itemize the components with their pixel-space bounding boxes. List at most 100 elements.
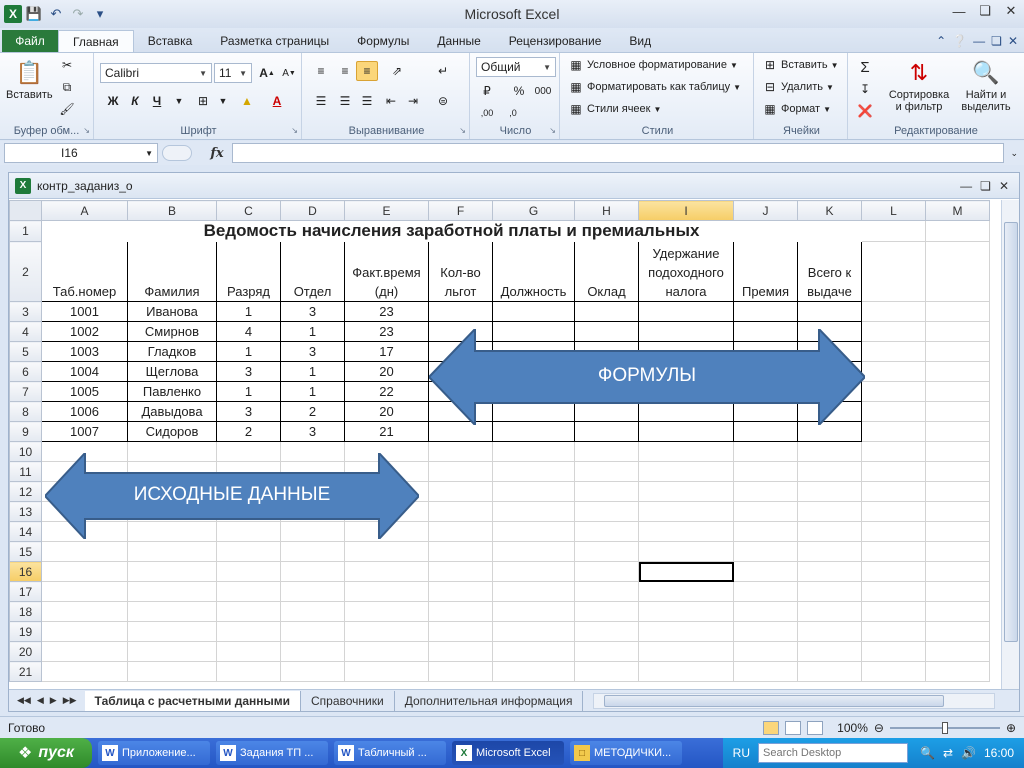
cell[interactable] <box>574 461 639 482</box>
row-header[interactable]: 19 <box>9 621 42 642</box>
formula-cell[interactable] <box>797 301 862 322</box>
cell[interactable] <box>492 601 575 622</box>
cell[interactable] <box>492 621 575 642</box>
cell[interactable] <box>638 541 734 562</box>
formula-cell[interactable] <box>638 381 734 402</box>
cell[interactable] <box>733 521 798 542</box>
row-header[interactable]: 12 <box>9 481 42 502</box>
cell[interactable] <box>638 601 734 622</box>
search-icon[interactable]: 🔍 <box>920 746 935 760</box>
cell[interactable] <box>216 481 281 502</box>
cell[interactable] <box>492 641 575 662</box>
cell[interactable] <box>41 521 128 542</box>
cell[interactable] <box>41 541 128 562</box>
cell[interactable] <box>280 601 345 622</box>
percent-icon[interactable]: % <box>508 81 530 101</box>
cell[interactable] <box>925 241 990 302</box>
cell[interactable] <box>925 321 990 342</box>
cell[interactable] <box>797 581 862 602</box>
cell[interactable] <box>638 441 734 462</box>
font-color-icon[interactable]: A <box>266 91 288 111</box>
wb-restore-icon[interactable]: ❏ <box>991 34 1002 48</box>
cell[interactable] <box>216 501 281 522</box>
tab-view[interactable]: Вид <box>615 30 665 52</box>
cell[interactable] <box>216 561 281 582</box>
cell[interactable] <box>797 501 862 522</box>
formula-cell[interactable] <box>733 381 798 402</box>
cell[interactable] <box>925 541 990 562</box>
cell[interactable] <box>127 601 217 622</box>
wrap-text-icon[interactable]: ↵ <box>432 61 454 81</box>
cell[interactable] <box>861 521 926 542</box>
cell[interactable] <box>925 621 990 642</box>
row-header[interactable]: 4 <box>9 321 42 342</box>
normal-view-icon[interactable] <box>763 720 780 735</box>
cell[interactable] <box>344 521 429 542</box>
worksheet-grid[interactable]: A B C D E F G H I J K L M 1 Ведомость на… <box>9 200 1001 690</box>
autosum-icon[interactable]: Σ <box>854 57 876 77</box>
select-all-corner[interactable] <box>9 200 42 221</box>
copy-icon[interactable]: ⧉ <box>56 77 78 97</box>
selected-cell[interactable] <box>638 561 734 582</box>
cell[interactable] <box>925 561 990 582</box>
cell[interactable] <box>861 441 926 462</box>
cell[interactable] <box>861 541 926 562</box>
align-top-icon[interactable]: ≡ <box>310 61 332 81</box>
cell[interactable] <box>492 501 575 522</box>
data-cell-tab[interactable]: 1006 <box>41 401 128 422</box>
underline-dropdown-icon[interactable]: ▼ <box>168 91 190 111</box>
horizontal-scroll-thumb[interactable] <box>604 694 945 707</box>
cell[interactable] <box>428 621 493 642</box>
number-format-combo[interactable]: Общий ▼ <box>476 57 556 77</box>
align-middle-icon[interactable]: ≡ <box>334 61 356 81</box>
cell[interactable] <box>861 661 926 682</box>
cell[interactable] <box>344 641 429 662</box>
cell[interactable] <box>280 501 345 522</box>
save-icon[interactable]: 💾 <box>24 4 44 24</box>
row-header[interactable]: 17 <box>9 581 42 602</box>
cell[interactable] <box>492 561 575 582</box>
cell[interactable] <box>861 220 926 242</box>
row-header[interactable]: 2 <box>9 241 42 302</box>
cell[interactable] <box>861 341 926 362</box>
font-launcher-icon[interactable]: ↘ <box>291 126 298 135</box>
decrease-indent-icon[interactable]: ⇤ <box>380 91 402 111</box>
workbook-close-button[interactable]: ✕ <box>999 179 1009 193</box>
column-header-m[interactable]: M <box>925 200 990 221</box>
column-header-k[interactable]: K <box>797 200 862 221</box>
cell[interactable] <box>925 441 990 462</box>
first-sheet-icon[interactable]: ◀◀ <box>17 695 31 706</box>
tab-home[interactable]: Главная <box>58 30 134 52</box>
cell[interactable] <box>638 501 734 522</box>
tab-review[interactable]: Рецензирование <box>495 30 616 52</box>
cell[interactable] <box>925 421 990 442</box>
data-cell-name[interactable]: Павленко <box>127 381 217 402</box>
header-cell-tab-number[interactable]: Таб.номер <box>41 241 128 302</box>
taskbar-item-word-3[interactable]: W Табличный ... <box>334 741 446 765</box>
data-cell-dept[interactable]: 3 <box>280 341 345 362</box>
clipboard-launcher-icon[interactable]: ↘ <box>83 126 90 135</box>
font-name-combo[interactable]: Calibri ▼ <box>100 63 212 83</box>
cell[interactable] <box>861 461 926 482</box>
align-center-icon[interactable]: ☰ <box>334 91 356 111</box>
data-cell-grade[interactable]: 3 <box>216 361 281 382</box>
row-header[interactable]: 20 <box>9 641 42 662</box>
cell[interactable] <box>216 541 281 562</box>
header-cell-salary[interactable]: Оклад <box>574 241 639 302</box>
cell[interactable] <box>733 541 798 562</box>
cell[interactable] <box>925 401 990 422</box>
align-left-icon[interactable]: ☰ <box>310 91 332 111</box>
data-cell-name[interactable]: Щеглова <box>127 361 217 382</box>
row-header[interactable]: 3 <box>9 301 42 322</box>
data-cell-tab[interactable]: 1001 <box>41 301 128 322</box>
formula-cell[interactable] <box>638 421 734 442</box>
cell[interactable] <box>127 501 217 522</box>
formula-cell[interactable] <box>733 341 798 362</box>
restore-button[interactable]: ❏ <box>972 0 998 22</box>
number-launcher-icon[interactable]: ↘ <box>549 126 556 135</box>
data-cell-grade[interactable]: 1 <box>216 301 281 322</box>
cell[interactable] <box>574 581 639 602</box>
cell[interactable] <box>280 621 345 642</box>
cell[interactable] <box>216 441 281 462</box>
insert-function-icon[interactable]: fx <box>202 146 232 161</box>
